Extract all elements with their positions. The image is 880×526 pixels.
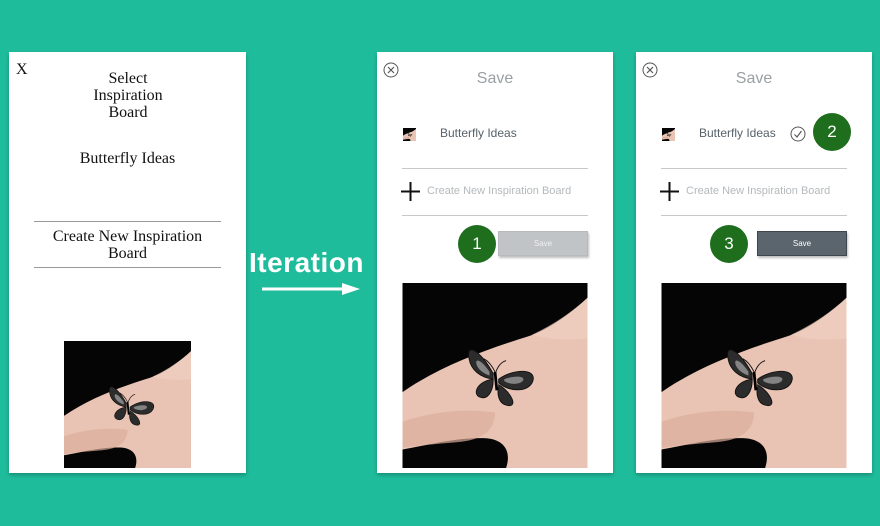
dialog-title: Save bbox=[476, 70, 514, 87]
create-board-button[interactable]: Create New Inspiration Board bbox=[427, 185, 571, 197]
board-option-butterfly-ideas[interactable]: Butterfly Ideas bbox=[440, 126, 517, 140]
plus-icon[interactable] bbox=[660, 182, 679, 201]
create-board-button[interactable]: Create New Inspiration Board bbox=[686, 185, 830, 197]
divider bbox=[34, 221, 221, 222]
divider bbox=[661, 215, 847, 216]
board-option-butterfly-ideas[interactable]: Butterfly Ideas bbox=[699, 126, 776, 140]
new-save-dialog-initial: Save Butterfly Ideas Create New Inspirat… bbox=[377, 52, 613, 473]
divider bbox=[402, 215, 588, 216]
divider bbox=[402, 168, 588, 169]
step-badge-1: 1 bbox=[458, 225, 496, 263]
arrow-right-icon bbox=[262, 283, 360, 295]
step-badge-2: 2 bbox=[813, 113, 851, 151]
create-board-button[interactable]: Create New Inspiration Board bbox=[34, 228, 221, 262]
board-option-butterfly-ideas[interactable]: Butterfly Ideas bbox=[9, 150, 246, 168]
save-button-disabled[interactable]: Save bbox=[498, 231, 588, 256]
old-save-dialog: X Select Inspiration Board Butterfly Ide… bbox=[9, 52, 246, 473]
dialog-title: Save bbox=[735, 70, 773, 87]
board-thumbnail bbox=[661, 128, 676, 141]
iteration-label: Iteration bbox=[249, 247, 364, 278]
tattoo-photo bbox=[64, 341, 191, 468]
plus-icon[interactable] bbox=[401, 182, 420, 201]
dialog-title: Select Inspiration Board bbox=[93, 70, 163, 121]
save-button-active[interactable]: Save bbox=[757, 231, 847, 256]
divider bbox=[661, 168, 847, 169]
tattoo-photo bbox=[661, 283, 847, 468]
check-icon bbox=[790, 126, 806, 142]
step-badge-3: 3 bbox=[710, 225, 748, 263]
close-button[interactable]: X bbox=[16, 61, 28, 79]
board-thumbnail bbox=[402, 128, 417, 141]
tattoo-photo bbox=[402, 283, 588, 468]
divider bbox=[34, 267, 221, 268]
